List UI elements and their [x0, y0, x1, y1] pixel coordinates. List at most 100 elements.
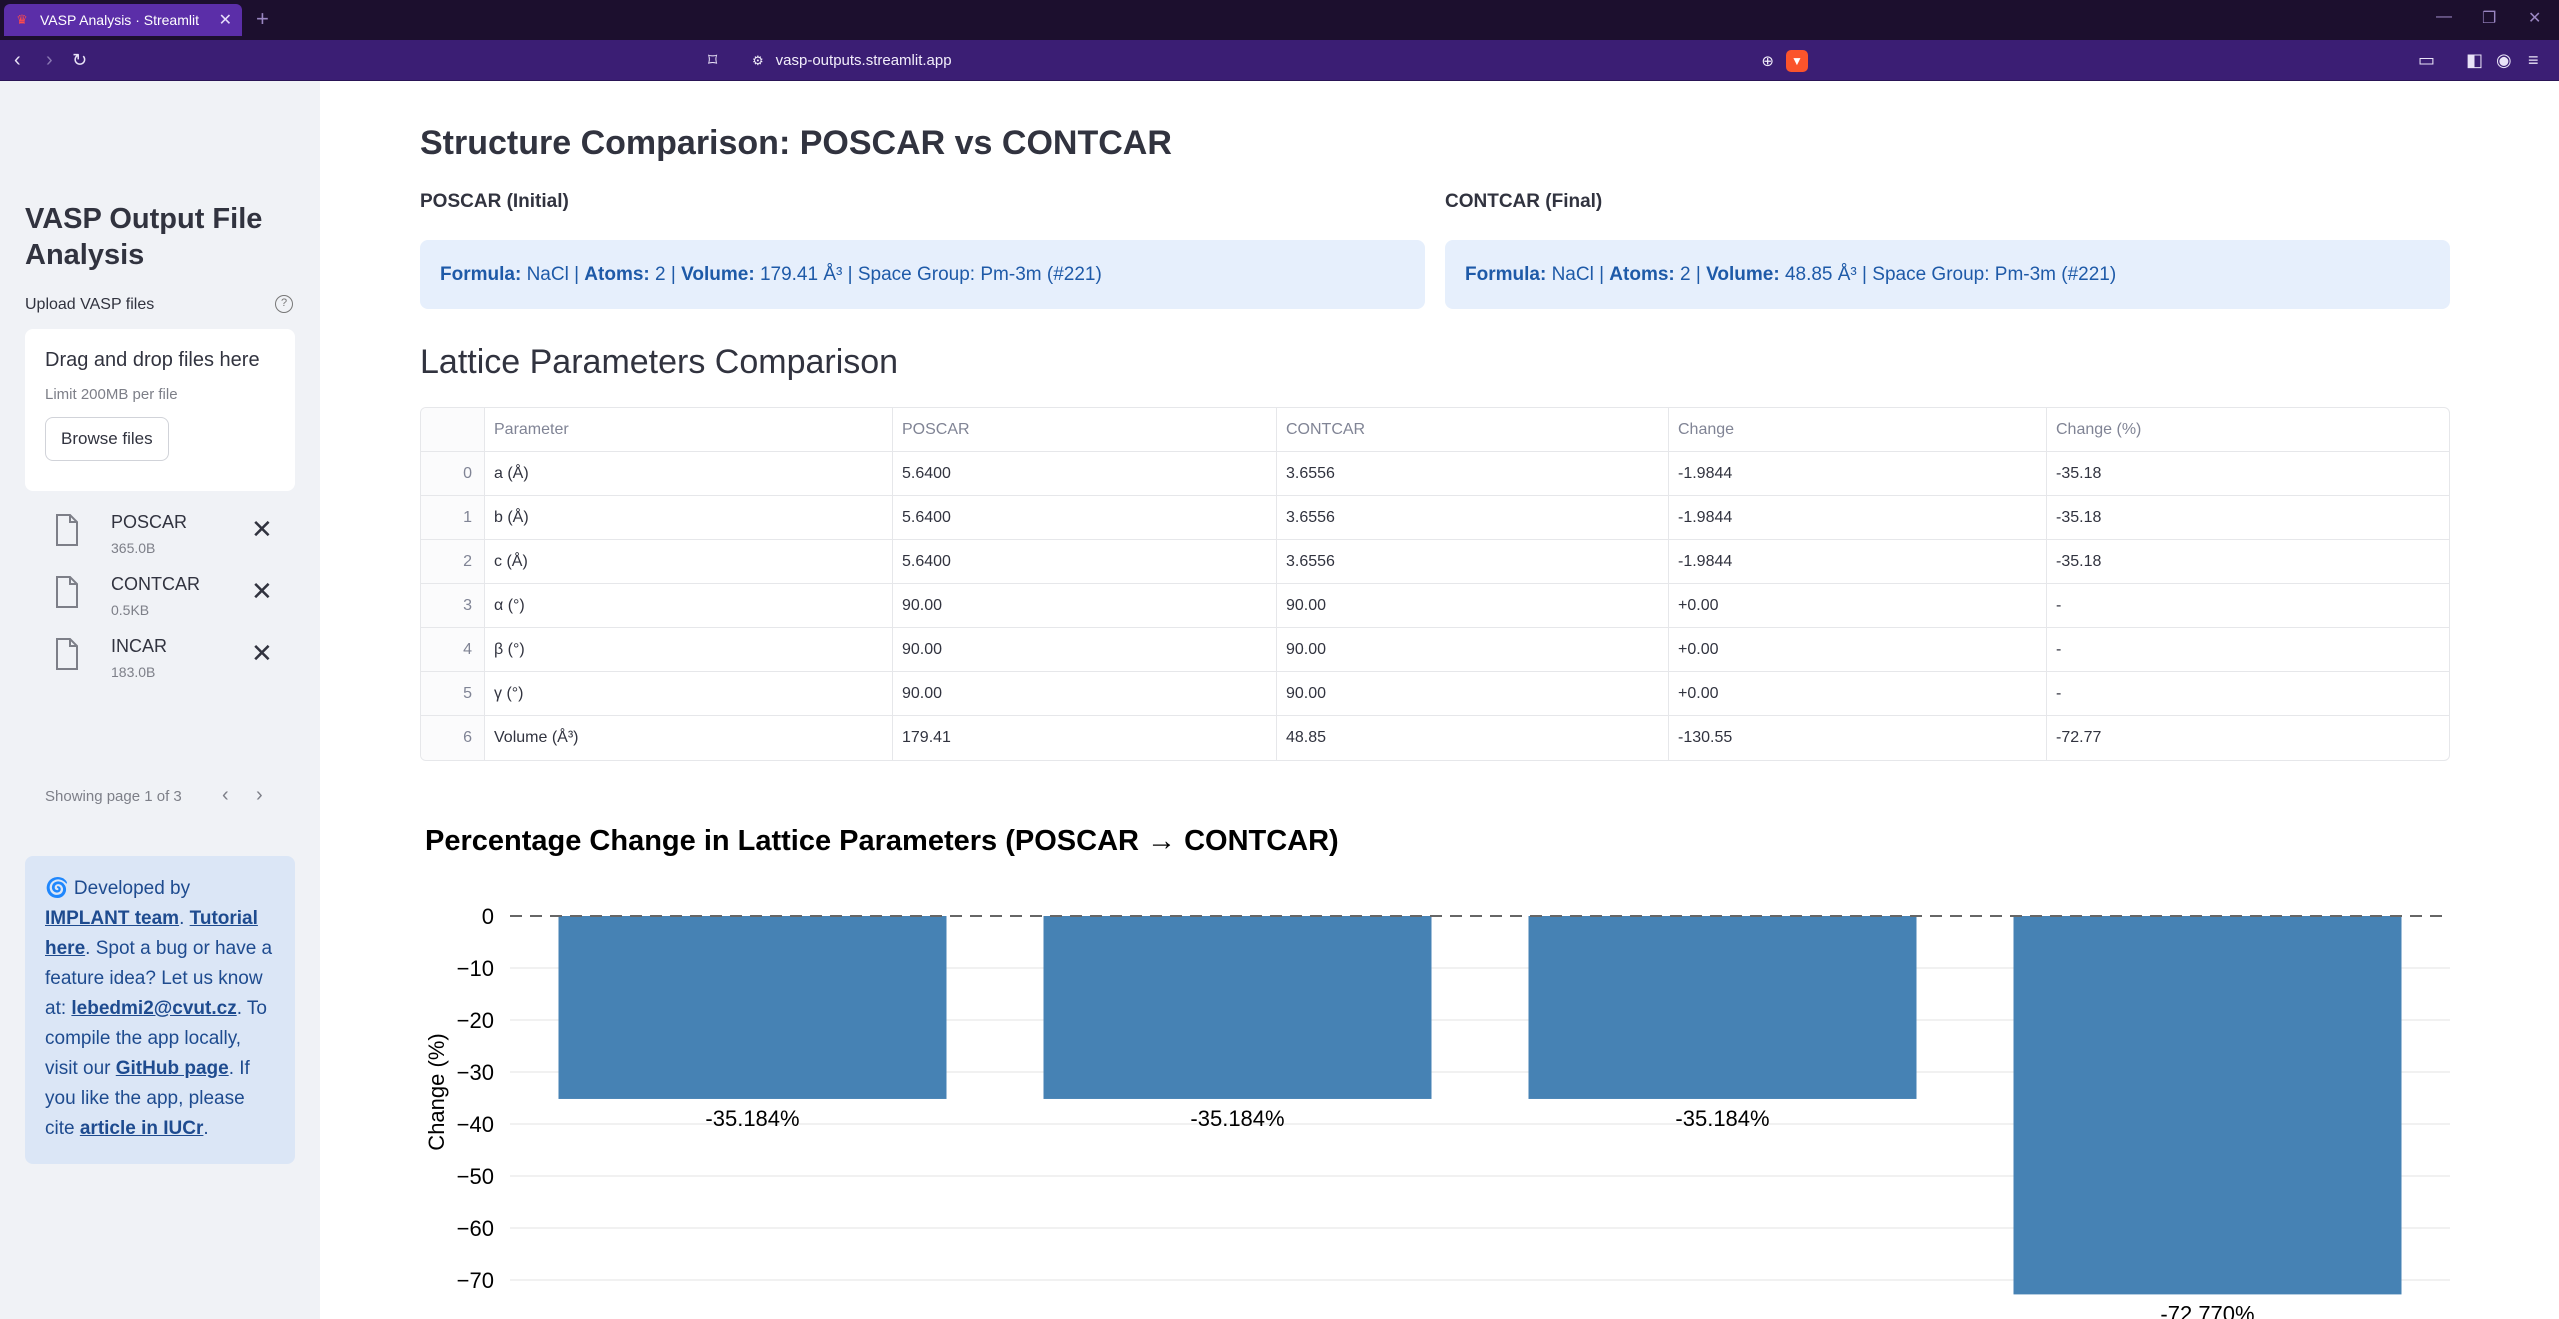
file-size: 365.0B	[111, 540, 156, 556]
table-header-row: Parameter POSCAR CONTCAR Change Change (%)	[421, 408, 2449, 452]
menu-icon[interactable]: ≡	[2528, 50, 2539, 71]
bar	[2013, 916, 2402, 1295]
next-page-icon[interactable]: ›	[256, 784, 263, 807]
bar-data-label: -35.184%	[1675, 1106, 1769, 1131]
y-tick-label: −40	[457, 1112, 494, 1137]
atoms-key: Atoms:	[1609, 263, 1675, 285]
table-cell: -	[2056, 596, 2062, 614]
file-icon	[56, 638, 78, 670]
table-row[interactable]: 5γ (°) 90.00 90.00 +0.00-	[421, 672, 2449, 716]
table-row[interactable]: 6 Volume (Å³) 179.41 48.85 -130.55 -72.77	[421, 716, 2449, 760]
row-index: 3	[421, 584, 485, 627]
table-cell: 90.00	[1277, 628, 1669, 671]
table-cell: -72.77	[2056, 729, 2102, 746]
reload-icon[interactable]: ↻	[72, 48, 87, 72]
github-link[interactable]: GitHub page	[116, 1058, 229, 1079]
sidebar-title: VASP Output File Analysis	[25, 203, 263, 271]
table-cell: c (Å)	[485, 540, 893, 583]
y-tick-label: −30	[457, 1060, 494, 1085]
table-cell: -1.9844	[1669, 540, 2047, 583]
formula-value: NaCl	[1551, 263, 1594, 285]
browser-tab[interactable]: ♛ VASP Analysis · Streamlit ✕	[4, 4, 242, 36]
table-cell: 90.00	[893, 584, 1277, 627]
bar	[558, 916, 947, 1099]
file-size: 0.5KB	[111, 602, 150, 618]
bookmark-icon[interactable]: ⌑	[708, 50, 717, 71]
atoms-key: Atoms:	[584, 263, 650, 285]
browser-tab-bar: ♛ VASP Analysis · Streamlit ✕ + — ❐ ✕	[0, 0, 2559, 40]
info-box: 🌀 Developed by IMPLANT team. Tutorial he…	[25, 856, 295, 1164]
zoom-icon[interactable]: ⊕	[1761, 52, 1774, 70]
table-row[interactable]: 3α (°) 90.00 90.00 +0.00-	[421, 584, 2449, 628]
remove-file-icon[interactable]: ✕	[251, 640, 273, 666]
table-cell: 3.6556	[1277, 496, 1669, 539]
file-item-contcar: CONTCAR 0.5KB ✕	[55, 572, 295, 628]
table-cell: +0.00	[1669, 672, 2047, 715]
minimize-icon[interactable]: —	[2436, 8, 2452, 26]
y-tick-label: −10	[457, 956, 494, 981]
remove-file-icon[interactable]: ✕	[251, 578, 273, 604]
table-row[interactable]: 0a (Å) 5.6400 3.6556 -1.9844 -35.18	[421, 452, 2449, 496]
y-tick-label: −50	[457, 1164, 494, 1189]
close-window-icon[interactable]: ✕	[2528, 8, 2541, 28]
close-tab-icon[interactable]: ✕	[219, 10, 232, 30]
table-cell: 3.6556	[1277, 540, 1669, 583]
lattice-table[interactable]: Parameter POSCAR CONTCAR Change Change (%) 0 a…	[420, 407, 2450, 761]
space-group: Space Group: Pm-3m (#221)	[1872, 263, 2117, 285]
atoms-value: 2	[655, 263, 666, 285]
table-cell: 5.6400	[893, 496, 1277, 539]
table-row[interactable]: 2c (Å) 5.6400 3.6556 -1.9844 -35.18	[421, 540, 2449, 584]
dropzone-limit: Limit 200MB per file	[45, 386, 178, 403]
help-icon[interactable]: ?	[275, 295, 293, 313]
table-cell: 5.6400	[893, 452, 1277, 495]
email-link[interactable]: lebedmi2@cvut.cz	[71, 998, 236, 1019]
column-header[interactable]	[421, 408, 485, 451]
table-row[interactable]: 1b (Å) 5.6400 3.6556 -1.9844 -35.18	[421, 496, 2449, 540]
article-link[interactable]: article in IUCr	[80, 1118, 204, 1139]
maximize-icon[interactable]: ❐	[2482, 8, 2496, 28]
prev-page-icon[interactable]: ‹	[222, 784, 229, 807]
table-cell: a (Å)	[485, 452, 893, 495]
row-index: 1	[421, 496, 485, 539]
table-cell: 3.6556	[1277, 452, 1669, 495]
implant-team-link[interactable]: IMPLANT team	[45, 908, 179, 929]
back-icon[interactable]: ‹	[14, 48, 21, 72]
new-tab-icon[interactable]: +	[256, 6, 269, 32]
file-icon	[56, 576, 78, 608]
formula-value: NaCl	[526, 263, 569, 285]
table-cell: -130.55	[1669, 716, 2047, 760]
cast-icon[interactable]: ▭	[2418, 50, 2435, 71]
address-bar[interactable]: ⚙ vasp-outputs.streamlit.app ⊕ ▼	[740, 45, 1820, 76]
table-row[interactable]: 4β (°) 90.00 90.00 +0.00-	[421, 628, 2449, 672]
atoms-value: 2	[1680, 263, 1691, 285]
table-cell: +0.00	[1669, 584, 2047, 627]
column-header[interactable]: CONTCAR	[1277, 408, 1669, 451]
table-cell: -35.18	[2056, 464, 2102, 482]
bar-chart: 0 −10 −20 −30 −40 −50 −60 −70 -35.184% -35.184% -3…	[424, 904, 2450, 1319]
file-name: CONTCAR	[111, 574, 200, 594]
brave-shields-icon[interactable]: ▼	[1786, 49, 1808, 72]
sidebar-toggle-icon[interactable]: ◧	[2466, 50, 2483, 71]
table-cell: 90.00	[893, 628, 1277, 671]
extensions-icon[interactable]: ◉	[2496, 50, 2512, 71]
table-cell: 5.6400	[893, 540, 1277, 583]
file-name: POSCAR	[111, 512, 188, 532]
remove-file-icon[interactable]: ✕	[251, 516, 273, 542]
column-header[interactable]: POSCAR	[893, 408, 1277, 451]
file-dropzone[interactable]: Drag and drop files here Limit 200MB per…	[25, 329, 295, 491]
file-item-poscar: POSCAR 365.0B ✕	[55, 510, 295, 566]
page-title: Structure Comparison: POSCAR vs CONTCAR	[420, 124, 1172, 162]
row-index: 5	[421, 672, 485, 715]
browser-toolbar: ‹ › ↻ ⌑ ⚙ vasp-outputs.streamlit.app ⊕ ▼…	[0, 40, 2559, 81]
info-text: 🌀 Developed by	[45, 878, 191, 899]
formula-key: Formula:	[440, 263, 522, 285]
forward-icon[interactable]: ›	[46, 48, 53, 72]
table-cell: 48.85	[1277, 716, 1669, 760]
browse-files-button[interactable]: Browse files	[45, 417, 169, 461]
volume-key: Volume:	[681, 263, 755, 285]
column-header[interactable]: Change	[1669, 408, 2047, 451]
pager-text: Showing page 1 of 3	[45, 788, 182, 805]
site-settings-icon[interactable]: ⚙	[752, 53, 764, 69]
column-header[interactable]: Change (%)	[2047, 408, 2449, 451]
column-header[interactable]: Parameter	[485, 408, 893, 451]
